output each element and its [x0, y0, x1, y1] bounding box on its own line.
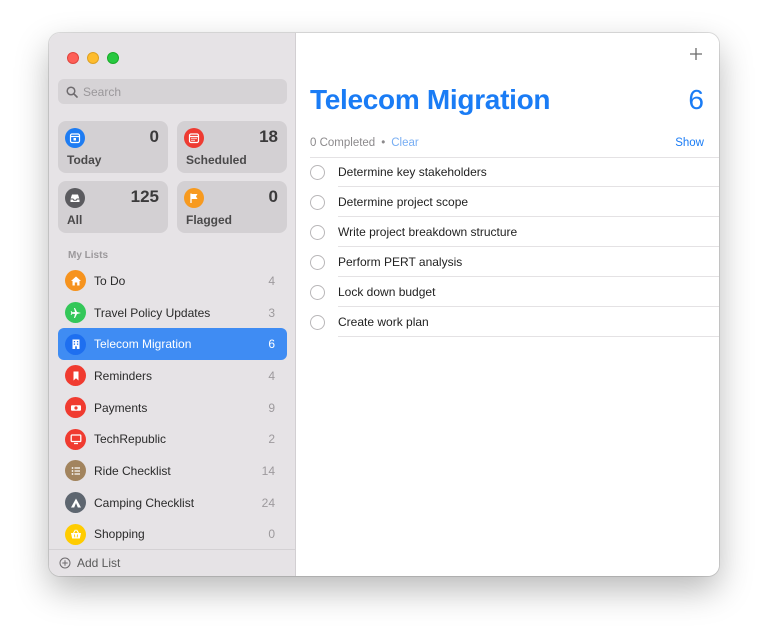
list-title: Telecom Migration [310, 84, 551, 115]
all-label: All [67, 213, 83, 227]
list-count: 24 [261, 495, 275, 510]
task-checkbox[interactable] [310, 284, 325, 300]
list-count: 14 [261, 463, 275, 478]
task-row[interactable]: Create work plan [310, 307, 719, 337]
sidebar-item-reminders[interactable]: Reminders 4 [58, 360, 287, 392]
sidebar-item-techrepublic[interactable]: TechRepublic 2 [58, 423, 287, 455]
task-checkbox[interactable] [310, 224, 325, 240]
money-icon [65, 397, 86, 419]
tray-icon [65, 188, 85, 208]
task-row[interactable]: Determine project scope [310, 187, 719, 217]
smart-list-scheduled[interactable]: 18 Scheduled [177, 121, 287, 173]
tent-icon [65, 492, 86, 514]
plus-circle-icon [58, 557, 71, 570]
minimize-window-button[interactable] [87, 52, 99, 64]
sidebar-item-camping-checklist[interactable]: Camping Checklist 24 [58, 487, 287, 519]
sidebar-item-travel-policy-updates[interactable]: Travel Policy Updates 3 [58, 297, 287, 329]
task-row[interactable]: Determine key stakeholders [310, 157, 719, 187]
flagged-label: Flagged [186, 213, 233, 227]
monitor-icon [65, 428, 86, 450]
sidebar-item-payments[interactable]: Payments 9 [58, 392, 287, 424]
list-name: To Do [94, 273, 126, 288]
separator-dot: • [381, 137, 386, 149]
plus-icon [690, 48, 702, 60]
task-row[interactable]: Perform PERT analysis [310, 247, 719, 277]
building-icon [65, 333, 86, 355]
list-name: Shopping [94, 527, 145, 542]
task-title[interactable]: Determine project scope [338, 195, 468, 209]
sidebar-item-to-do[interactable]: To Do 4 [58, 265, 287, 297]
add-list-button[interactable]: Add List [49, 549, 295, 576]
list-name: Reminders [94, 368, 153, 383]
calendar-today-icon [65, 128, 85, 148]
task-title[interactable]: Lock down budget [338, 285, 435, 299]
sidebar-item-telecom-migration[interactable]: Telecom Migration 6 [58, 328, 287, 361]
list-count: 9 [268, 400, 275, 415]
completion-status-bar: 0 Completed • Clear Show [310, 135, 704, 151]
task-title[interactable]: Create work plan [338, 315, 429, 329]
sidebar-item-ride-checklist[interactable]: Ride Checklist 14 [58, 455, 287, 487]
main-panel: Telecom Migration 6 0 Completed • Clear … [296, 33, 719, 576]
completed-count-text: 0 Completed [310, 137, 376, 149]
list-name: Ride Checklist [94, 463, 171, 478]
basket-icon [65, 523, 86, 545]
list-name: Telecom Migration [94, 337, 192, 352]
list-total-count: 6 [688, 84, 704, 115]
zoom-window-button[interactable] [107, 52, 119, 64]
add-list-label: Add List [77, 556, 121, 570]
task-row[interactable]: Write project breakdown structure [310, 217, 719, 247]
task-title[interactable]: Determine key stakeholders [338, 165, 487, 179]
list-bullet-icon [65, 460, 86, 482]
list-name: TechRepublic [94, 432, 167, 447]
bookmark-icon [65, 365, 86, 387]
search-field[interactable] [58, 79, 287, 104]
smart-list-all[interactable]: 125 All [58, 181, 168, 233]
all-count: 125 [130, 187, 159, 206]
list-count: 4 [268, 368, 275, 383]
task-checkbox[interactable] [310, 254, 325, 270]
close-window-button[interactable] [67, 52, 79, 64]
list-count: 6 [268, 337, 275, 352]
airplane-icon [65, 302, 86, 324]
task-checkbox[interactable] [310, 164, 325, 180]
reminders-window: 0 Today 18 Scheduled 125 All [49, 33, 719, 576]
scheduled-count: 18 [259, 127, 278, 146]
house-icon [65, 270, 86, 292]
sidebar: 0 Today 18 Scheduled 125 All [49, 33, 296, 576]
search-input[interactable] [83, 84, 273, 99]
task-title[interactable]: Write project breakdown structure [338, 225, 517, 239]
my-lists-header: My Lists [68, 250, 109, 261]
smart-list-flagged[interactable]: 0 Flagged [177, 181, 287, 233]
list-name: Camping Checklist [94, 495, 195, 510]
smart-list-today[interactable]: 0 Today [58, 121, 168, 173]
list-name: Travel Policy Updates [94, 305, 211, 320]
sidebar-item-shopping[interactable]: Shopping 0 [58, 519, 287, 551]
list-count: 3 [268, 305, 275, 320]
today-count: 0 [149, 127, 159, 146]
show-completed-link[interactable]: Show [675, 137, 704, 149]
add-reminder-button[interactable] [687, 45, 705, 63]
task-list: Determine key stakeholders Determine pro… [310, 157, 719, 337]
search-icon [65, 85, 79, 99]
task-checkbox[interactable] [310, 194, 325, 210]
calendar-scheduled-icon [184, 128, 204, 148]
scheduled-label: Scheduled [186, 153, 247, 167]
task-row[interactable]: Lock down budget [310, 277, 719, 307]
my-lists: To Do 4 Travel Policy Updates 3 Telecom … [58, 265, 287, 550]
clear-completed-link[interactable]: Clear [391, 137, 418, 149]
smart-lists: 0 Today 18 Scheduled 125 All 0 Flagged [58, 121, 287, 233]
list-count: 0 [268, 527, 275, 542]
list-name: Payments [94, 400, 148, 415]
task-checkbox[interactable] [310, 314, 325, 330]
window-controls [67, 52, 119, 64]
today-label: Today [67, 153, 102, 167]
list-count: 4 [268, 273, 275, 288]
list-count: 2 [268, 432, 275, 447]
task-title[interactable]: Perform PERT analysis [338, 255, 462, 269]
flagged-count: 0 [268, 187, 278, 206]
flag-icon [184, 188, 204, 208]
